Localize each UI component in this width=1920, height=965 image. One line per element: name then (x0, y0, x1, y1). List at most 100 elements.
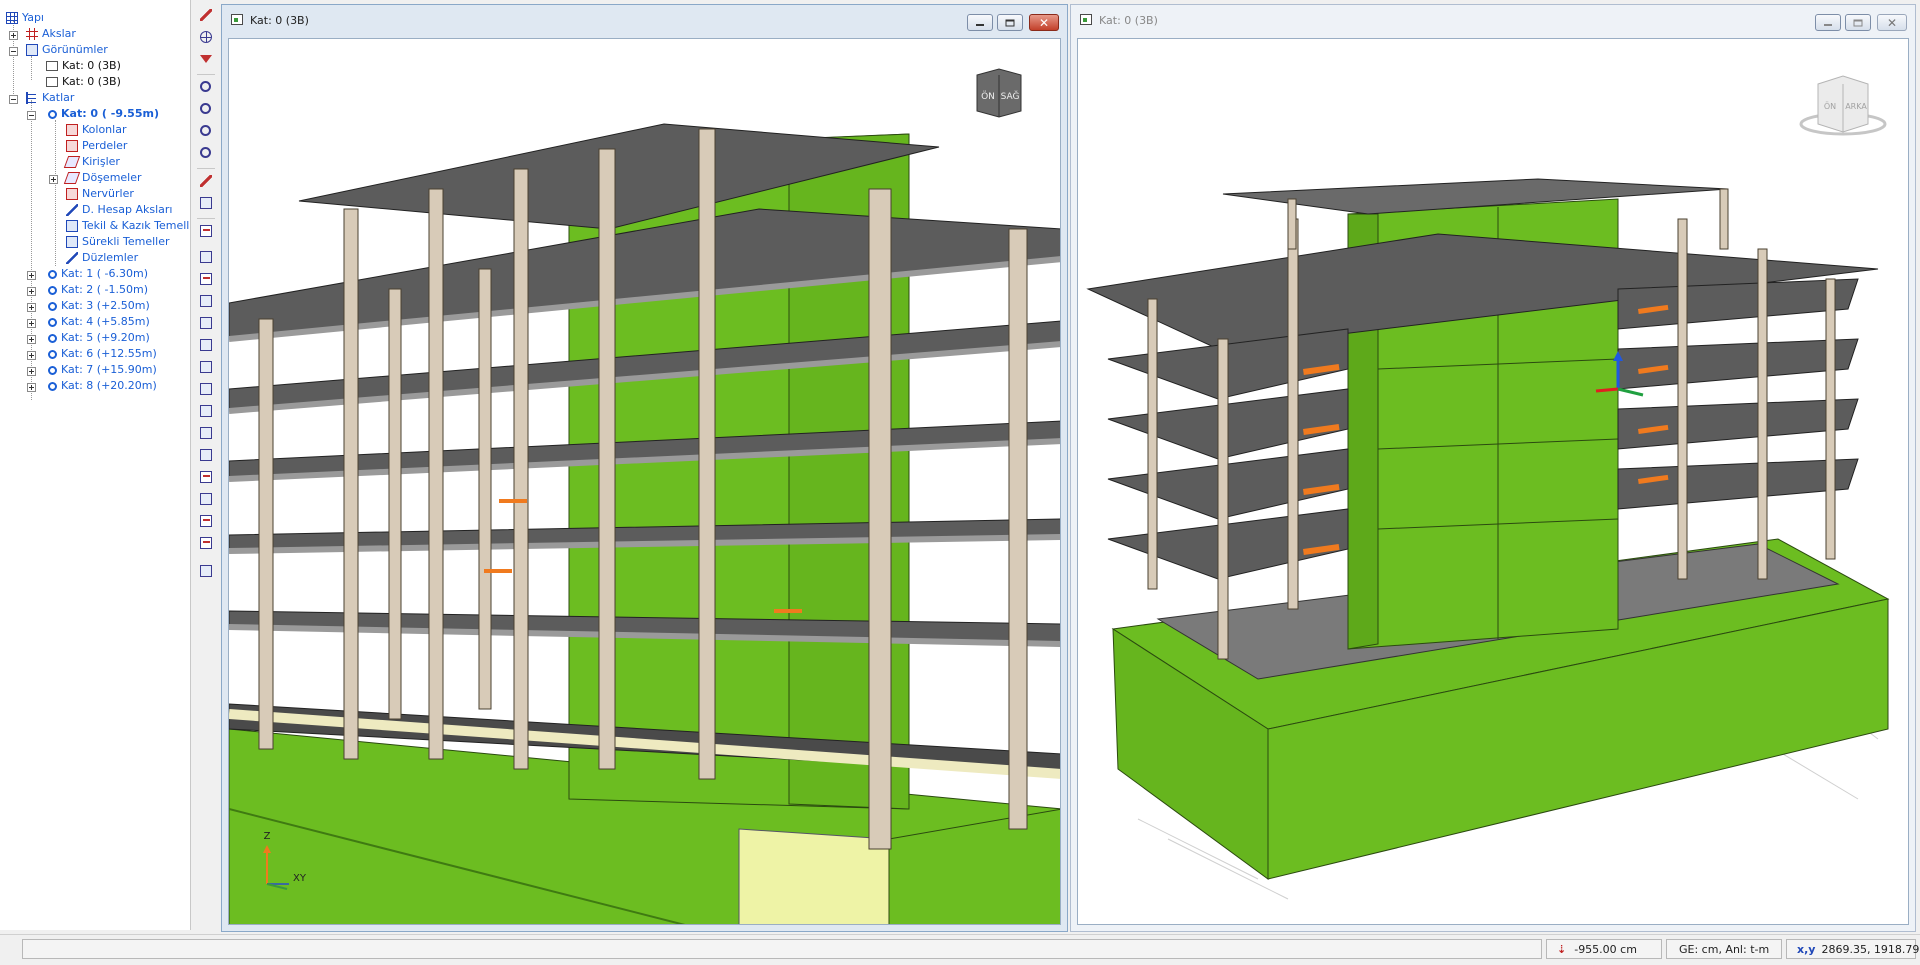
viewport-right-canvas[interactable]: ÖN ARKA (1077, 38, 1909, 925)
filter-button-3[interactable] (197, 292, 215, 310)
tree-item-gorunumler[interactable]: Görünümler (26, 42, 108, 58)
expand-floor-button[interactable] (27, 319, 36, 328)
floor-gear-icon (48, 109, 57, 119)
maximize-button[interactable] (1845, 14, 1871, 31)
filter-button-4[interactable] (197, 314, 215, 332)
draw-button[interactable] (197, 6, 215, 24)
settings-view-button[interactable] (197, 562, 215, 580)
filter-button-8[interactable] (197, 402, 215, 420)
expand-floor-button[interactable] (27, 367, 36, 376)
maximize-button[interactable] (997, 14, 1023, 31)
tree-item-katlar[interactable]: Katlar (26, 90, 74, 106)
expand-floor-button[interactable] (27, 383, 36, 392)
tree-guide (31, 56, 33, 80)
minimize-button[interactable] (1815, 14, 1841, 31)
column (1287, 218, 1299, 610)
status-bar: ⇣ -955.00 cm GE: cm, Anl: t-m x,y 2869.3… (0, 934, 1920, 965)
floors-icon (26, 92, 38, 104)
expand-floor-button[interactable] (27, 303, 36, 312)
expand-floor-button[interactable] (27, 351, 36, 360)
status-elevation-panel: ⇣ -955.00 cm (1546, 939, 1662, 959)
axis-button[interactable] (197, 50, 215, 68)
tree-item-hesap-akslari[interactable]: D. Hesap Aksları (66, 202, 172, 218)
expand-akslar-button[interactable] (9, 31, 18, 40)
expand-floor-button[interactable] (27, 335, 36, 344)
filter-button-6[interactable] (197, 358, 215, 376)
tree-item-dosemeler[interactable]: Döşemeler (63, 170, 142, 186)
filter-icon (200, 471, 212, 483)
views-icon (26, 44, 38, 56)
collapse-floors-button[interactable] (9, 95, 18, 104)
zoom-window-button[interactable] (197, 78, 215, 96)
view-window-icon (231, 14, 243, 25)
viewport-left-title: Kat: 0 (3B) (250, 13, 309, 27)
tree-item-duzlemler[interactable]: Düzlemler (66, 250, 138, 266)
expand-floor-button[interactable] (27, 271, 36, 280)
close-button[interactable]: ✕ (1877, 14, 1907, 31)
foundation-block (738, 828, 890, 924)
minimize-icon (976, 23, 984, 26)
axis-xy-label: XY (293, 873, 307, 884)
load-marker (484, 569, 512, 573)
tree-item-perdeler[interactable]: Perdeler (66, 138, 127, 154)
collapse-views-button[interactable] (9, 47, 18, 56)
orbit-button[interactable] (197, 172, 215, 190)
view-cube[interactable]: ÖN ARKA (1799, 75, 1887, 136)
pencil-icon (200, 9, 212, 21)
viewport-left-canvas[interactable]: ÖN SAĞ Z XY (228, 38, 1061, 925)
globe-button[interactable] (197, 28, 215, 46)
tree-floor-item[interactable]: Kat: 5 (+9.20m) (48, 330, 150, 346)
settings-icon (200, 565, 212, 577)
tree-view-item[interactable]: Kat: 0 (3B) (46, 74, 121, 90)
tree-item-nervurler[interactable]: Nervürler (66, 186, 134, 202)
tree-floor-item[interactable]: Kat: 6 (+12.55m) (48, 346, 157, 362)
tree-floor-item[interactable]: Kat: 2 ( -1.50m) (48, 282, 148, 298)
minimize-button[interactable] (967, 14, 993, 31)
filter-button-7[interactable] (197, 380, 215, 398)
slab (1617, 398, 1859, 450)
filter-button-9[interactable] (197, 424, 215, 442)
tree-floor-item[interactable]: Kat: 8 (+20.20m) (48, 378, 157, 394)
column (388, 288, 402, 720)
tree-item-akslar[interactable]: Akslar (26, 26, 76, 42)
collapse-floor-0-button[interactable] (27, 111, 36, 120)
column (698, 128, 716, 780)
filter-button-14[interactable] (197, 534, 215, 552)
expand-floor-button[interactable] (27, 287, 36, 296)
filter-button-2[interactable] (197, 270, 215, 288)
zoom-icon (200, 125, 211, 136)
view-cube-front-label: ÖN (981, 91, 995, 102)
tree-view-item[interactable]: Kat: 0 (3B) (46, 58, 121, 74)
tree-floor-item[interactable]: Kat: 3 (+2.50m) (48, 298, 150, 314)
building-3d-perspective: ÖN SAĞ Z XY (229, 68, 1060, 924)
filter-icon (200, 295, 212, 307)
filter-button-13[interactable] (197, 512, 215, 530)
zoom-all-button[interactable] (197, 122, 215, 140)
filter-icon (200, 273, 212, 285)
layer-button[interactable] (197, 222, 215, 240)
column (1825, 278, 1836, 560)
view-cube-back-label: ARKA (1845, 102, 1867, 111)
tree-item-surekli-temeller[interactable]: Sürekli Temeller (66, 234, 169, 250)
tree-root-yapi[interactable]: Yapı (6, 10, 44, 26)
expand-dosemeler-button[interactable] (49, 175, 58, 184)
tree-floor-item[interactable]: Kat: 7 (+15.90m) (48, 362, 157, 378)
tree-floor-current[interactable]: Kat: 0 ( -9.55m) (48, 106, 159, 122)
close-button[interactable]: ✕ (1029, 14, 1059, 31)
tree-floor-item[interactable]: Kat: 1 ( -6.30m) (48, 266, 148, 282)
zoom-previous-button[interactable] (197, 100, 215, 118)
column (1677, 218, 1688, 580)
tree-item-tekil-temeller[interactable]: Tekil & Kazık Temeller (66, 218, 190, 234)
tree-item-kirisler[interactable]: Kirişler (63, 154, 120, 170)
view-cube[interactable]: ÖN SAĞ (976, 68, 1022, 118)
toolbar-separator (197, 168, 215, 169)
filter-button-1[interactable] (197, 248, 215, 266)
filter-button-11[interactable] (197, 468, 215, 486)
filter-button-12[interactable] (197, 490, 215, 508)
filter-button-5[interactable] (197, 336, 215, 354)
copy-view-button[interactable] (197, 194, 215, 212)
tree-floor-item[interactable]: Kat: 4 (+5.85m) (48, 314, 150, 330)
tree-item-kolonlar[interactable]: Kolonlar (66, 122, 126, 138)
zoom-extents-button[interactable] (197, 144, 215, 162)
filter-button-10[interactable] (197, 446, 215, 464)
